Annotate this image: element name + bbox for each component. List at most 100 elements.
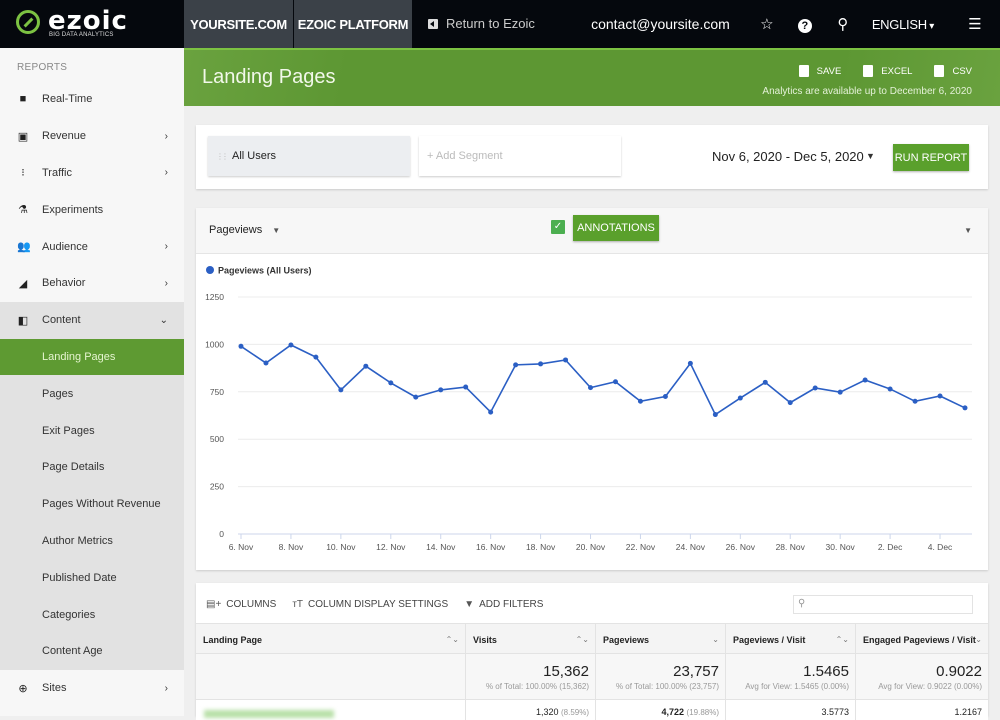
language-select[interactable]: ENGLISH	[872, 17, 934, 32]
sidebar-subitem-author-metrics[interactable]: Author Metrics	[0, 522, 184, 560]
account-email[interactable]: contact@yoursite.com	[591, 16, 730, 32]
data-point	[762, 379, 768, 385]
y-tick-label: 1000	[205, 339, 224, 349]
data-point	[538, 361, 544, 367]
segment-all-users[interactable]: All Users	[208, 136, 410, 176]
sidebar-item-traffic[interactable]: ⁝ Traffic ›	[0, 155, 184, 192]
column-header-pageviews-visit[interactable]: Pageviews / Visit ⌃⌄	[726, 624, 856, 655]
caret-down-icon[interactable]: ▼	[866, 151, 875, 161]
column-header-landing-page[interactable]: Landing Page ⌃⌄	[196, 624, 466, 655]
columns-add-icon: ▤+	[206, 599, 222, 610]
sidebar-subitem-pages-without-revenue[interactable]: Pages Without Revenue	[0, 485, 184, 523]
data-point	[837, 389, 843, 395]
add-segment-button[interactable]: + Add Segment	[419, 136, 621, 176]
sidebar-subitem-exit-pages[interactable]: Exit Pages	[0, 412, 184, 449]
sidebar-item-audience[interactable]: 👥 Audience ›	[0, 228, 184, 265]
total-cell	[196, 654, 466, 699]
legend-marker	[206, 266, 214, 274]
data-point	[363, 363, 369, 369]
sidebar-subitem-landing-pages[interactable]: Landing Pages	[0, 338, 184, 376]
sidebar-item-revenue[interactable]: ▣ Revenue ›	[0, 118, 184, 155]
total-cell: 23,757 % of Total: 100.00% (23,757)	[596, 654, 726, 699]
save-button[interactable]: SAVE	[798, 65, 842, 77]
availability-note: Analytics are available up to December 6…	[762, 86, 972, 97]
column-label: Pageviews / Visit	[733, 634, 806, 645]
excel-export-button[interactable]: EXCEL	[863, 65, 912, 77]
sidebar-item-real-time[interactable]: ■ Real-Time	[0, 81, 184, 118]
ezoic-logo[interactable]: ezoic BIG DATA ANALYTICS	[16, 6, 184, 42]
data-point	[413, 394, 419, 400]
data-point	[438, 387, 444, 393]
annotations-button[interactable]: ANNOTATIONS	[573, 215, 659, 241]
sidebar-subitem-content-age[interactable]: Content Age	[0, 632, 184, 670]
metric-select[interactable]: Pageviews ▼	[209, 224, 280, 236]
top-navbar: ezoic BIG DATA ANALYTICS YOURSITE.COM EZ…	[0, 0, 1000, 48]
sidebar-subitem-published-date[interactable]: Published Date	[0, 559, 184, 597]
total-value: 23,757	[673, 663, 719, 680]
sidebar-subitem-categories[interactable]: Categories	[0, 596, 184, 633]
sort-icon: ⌄	[712, 635, 719, 644]
date-range-picker[interactable]: Nov 6, 2020 - Dec 5, 2020	[712, 149, 864, 164]
sidebar-item-content[interactable]: ◧ Content ⌄	[0, 301, 184, 339]
y-tick-label: 250	[210, 482, 224, 492]
csv-file-icon	[934, 65, 945, 77]
star-icon[interactable]: ☆	[748, 15, 786, 33]
chart-options-caret-icon[interactable]: ▼	[964, 226, 972, 235]
sidebar-item-label: Content Age	[42, 645, 103, 658]
table-search-input[interactable]: ⚲	[793, 595, 973, 614]
add-filters-button[interactable]: ▼ ADD FILTERS	[464, 599, 543, 610]
flask-icon: ⚗	[18, 204, 28, 217]
sort-icon: ⌃⌄	[445, 635, 459, 644]
help-icon[interactable]: ?	[786, 16, 824, 33]
data-point	[862, 377, 868, 383]
page-header: Landing Pages SAVE EXCEL CSV Analytics a…	[184, 48, 1000, 106]
data-point	[662, 394, 668, 400]
total-subtext: % of Total: 100.00% (15,362)	[485, 682, 589, 691]
caret-down-icon: ▼	[272, 226, 281, 235]
sidebar-item-behavior[interactable]: ◢ Behavior ›	[0, 265, 184, 302]
data-point	[563, 357, 569, 363]
logo-subtitle: BIG DATA ANALYTICS	[49, 32, 114, 38]
y-tick-label: 750	[210, 387, 224, 397]
menu-icon[interactable]: ☰	[956, 15, 994, 33]
data-point	[737, 395, 743, 401]
save-label: SAVE	[816, 65, 842, 77]
column-display-settings-button[interactable]: ᴛT COLUMN DISPLAY SETTINGS	[292, 599, 448, 610]
sidebar-item-label: Categories	[42, 608, 96, 621]
segment-bar: All Users + Add Segment Nov 6, 2020 - De…	[196, 125, 988, 189]
sidebar-item-sites[interactable]: ⊕ Sites ›	[0, 670, 184, 707]
tab-ezoic-platform[interactable]: EZOIC PLATFORM	[294, 0, 412, 48]
sidebar-subitem-pages[interactable]: Pages	[0, 375, 184, 413]
columns-button[interactable]: ▤+ COLUMNS	[206, 599, 276, 610]
landing-page-link[interactable]	[204, 710, 334, 718]
sidebar-item-experiments[interactable]: ⚗ Experiments	[0, 191, 184, 228]
money-icon: ▣	[17, 130, 29, 143]
pv-per-visit-value: 3.5773	[726, 700, 856, 720]
sidebar-item-label: Pages Without Revenue	[42, 498, 161, 511]
data-point	[338, 387, 344, 393]
total-subtext: % of Total: 100.00% (23,757)	[615, 682, 719, 691]
csv-export-button[interactable]: CSV	[934, 65, 972, 77]
data-point	[288, 342, 294, 348]
search-icon[interactable]: ⚲	[824, 15, 862, 33]
x-tick-label: 6. Nov	[229, 542, 254, 552]
back-arrow-icon	[428, 18, 438, 29]
total-cell: 0.9022 Avg for View: 0.9022 (0.00%)	[856, 654, 988, 699]
sort-icon: ⌃⌄	[968, 635, 982, 644]
column-header-visits[interactable]: Visits ⌃⌄	[466, 624, 596, 655]
x-tick-label: 28. Nov	[776, 542, 806, 552]
tab-yoursite[interactable]: YOURSITE.COM	[184, 0, 293, 48]
sort-icon: ⌃⌄	[575, 635, 589, 644]
table-row[interactable]: 1,320 (8.59%) 4,722 (19.88%) 3.5773 1.21…	[196, 700, 988, 720]
return-to-ezoic-link[interactable]: Return to Ezoic	[428, 16, 535, 31]
column-header-pageviews[interactable]: Pageviews ⌄	[596, 624, 726, 655]
pageviews-line-chart: Pageviews (All Users) 0 250 500 750 1000 1250 6…	[205, 266, 972, 552]
sidebar: REPORTS ■ Real-Time ▣ Revenue › ⁝ Traffic…	[0, 48, 184, 716]
data-point	[612, 379, 618, 385]
data-point	[637, 398, 643, 404]
sidebar-subitem-page-details[interactable]: Page Details	[0, 448, 184, 486]
run-report-button[interactable]: RUN REPORT	[893, 144, 969, 171]
column-header-engaged-pageviews-visit[interactable]: Engaged Pageviews / Visit ⌃⌄	[856, 624, 988, 655]
data-point	[313, 354, 319, 360]
annotations-checkbox[interactable]: ✓	[551, 220, 565, 234]
